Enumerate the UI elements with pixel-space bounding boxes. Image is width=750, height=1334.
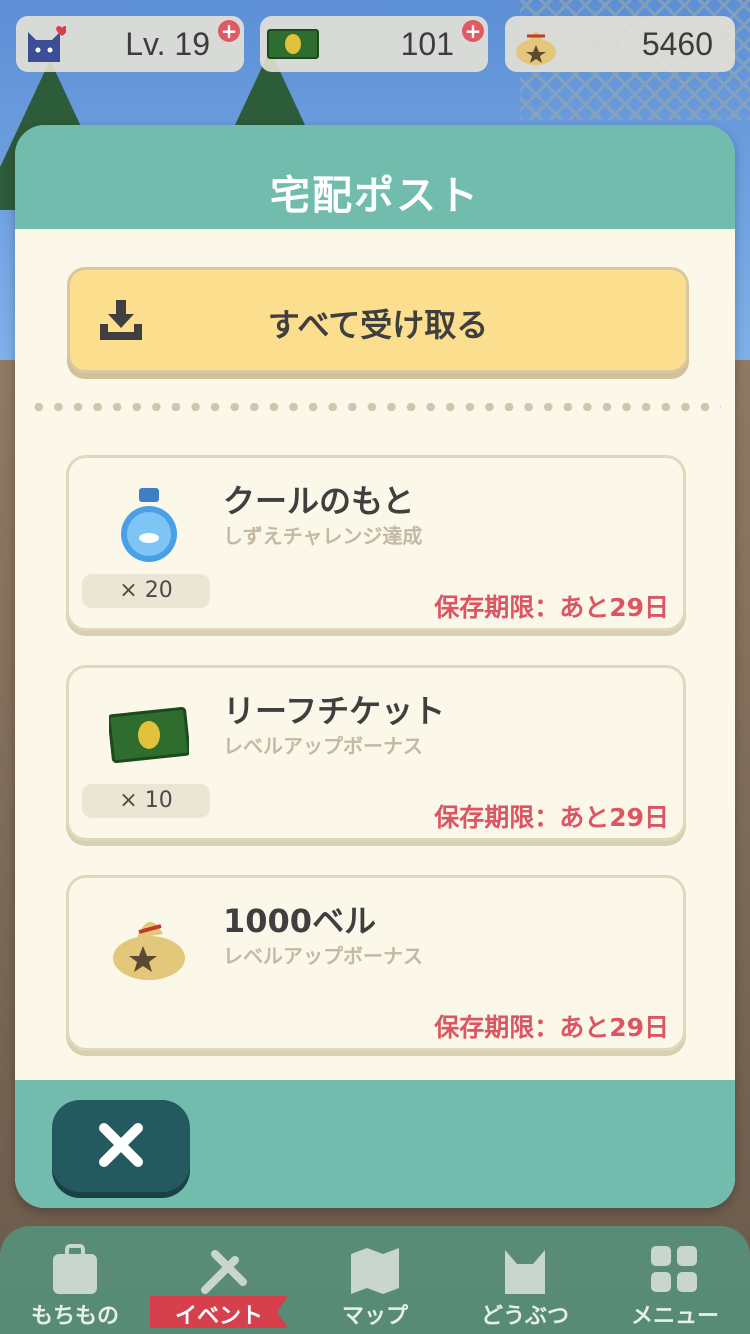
menu-grid-icon: [651, 1246, 697, 1292]
level-text: Lv. 19: [125, 25, 210, 62]
nav-label: どうぶつ: [480, 1304, 569, 1329]
delivery-post-modal: 宅配ポスト すべて受け取る × 20 クールのもと しずえチャレンジ達成 保存期…: [15, 125, 735, 1208]
modal-title: 宅配ポスト: [270, 173, 480, 219]
item-source: レベルアップボーナス: [223, 734, 423, 758]
bell-counter: 5460: [505, 16, 735, 72]
receive-all-button[interactable]: すべて受け取る: [67, 267, 689, 373]
add-tickets-icon[interactable]: +: [462, 20, 484, 42]
modal-header: 宅配ポスト: [15, 125, 735, 229]
zoom-plus-icon[interactable]: +: [218, 20, 240, 42]
delivery-item-card[interactable]: × 20 クールのもと しずえチャレンジ達成 保存期限：あと29日: [66, 455, 686, 631]
potion-bottle-icon: [121, 488, 177, 562]
leaf-ticket-counter[interactable]: 101 +: [260, 16, 488, 72]
nav-label: イベント: [174, 1304, 263, 1329]
delivery-item-card[interactable]: 1000ベル レベルアップボーナス 保存期限：あと29日: [66, 875, 686, 1051]
nav-item-animals[interactable]: どうぶつ: [450, 1226, 600, 1334]
nav-label: もちもの: [30, 1304, 119, 1329]
item-expiry: 保存期限：あと29日: [434, 1013, 669, 1042]
nav-item-events[interactable]: イベント: [150, 1226, 300, 1334]
bag-icon: [53, 1244, 97, 1294]
close-button[interactable]: [52, 1100, 190, 1192]
nav-item-menu[interactable]: メニュー: [600, 1226, 750, 1334]
item-name: リーフチケット: [223, 692, 446, 730]
bell-bag-icon: [516, 32, 556, 65]
player-cat-icon: [28, 26, 66, 62]
leaf-ticket-icon: [109, 706, 189, 764]
bottom-nav: もちもの イベント マップ どうぶつ メニュー: [0, 1226, 750, 1334]
bell-bag-icon: [113, 921, 185, 980]
leaf-ticket-count: 101: [400, 25, 454, 62]
level-indicator[interactable]: Lv. 19 +: [16, 16, 244, 72]
leaf-ticket-icon: [267, 29, 319, 59]
map-icon: [351, 1248, 399, 1294]
nav-item-inventory[interactable]: もちもの: [0, 1226, 150, 1334]
nav-item-map[interactable]: マップ: [300, 1226, 450, 1334]
modal-footer: [15, 1080, 735, 1208]
item-source: しずえチャレンジ達成: [223, 524, 423, 548]
bell-count: 5460: [641, 25, 713, 62]
quantity-badge: × 20: [82, 574, 210, 608]
delivery-item-card[interactable]: × 10 リーフチケット レベルアップボーナス 保存期限：あと29日: [66, 665, 686, 841]
item-expiry: 保存期限：あと29日: [434, 803, 669, 832]
tools-icon: [201, 1250, 247, 1294]
item-name: クールのもと: [223, 482, 415, 520]
receive-all-label: すべて受け取る: [267, 306, 489, 344]
animal-icon: [505, 1250, 545, 1294]
nav-label: メニュー: [630, 1304, 719, 1329]
nav-label: マップ: [341, 1304, 408, 1329]
item-source: レベルアップボーナス: [223, 944, 423, 968]
close-icon: [99, 1123, 143, 1167]
item-name: 1000ベル: [223, 902, 377, 940]
dotted-divider: [29, 403, 721, 411]
item-expiry: 保存期限：あと29日: [434, 593, 669, 622]
quantity-badge: × 10: [82, 784, 210, 818]
